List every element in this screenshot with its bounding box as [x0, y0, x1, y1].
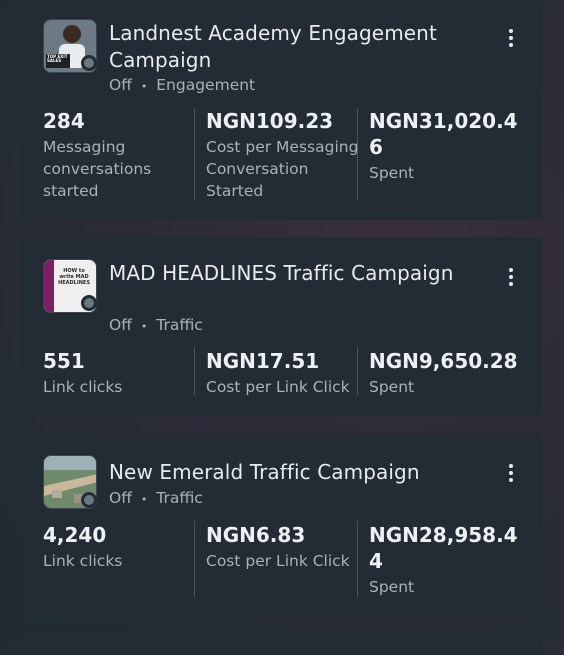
thumbnail-caption: HOW to write MAD HEADLINES: [58, 268, 90, 286]
metric-label: Link clicks: [43, 378, 123, 396]
divider: [357, 347, 358, 395]
campaign-card[interactable]: HOW to write MAD HEADLINES MAD HEADLINES…: [22, 237, 542, 416]
campaign-subtitle: Off • Traffic: [109, 489, 203, 507]
metric-value: 551: [43, 349, 85, 373]
more-options-icon[interactable]: [506, 265, 516, 289]
divider: [194, 521, 195, 597]
status-indicator: [81, 492, 97, 508]
status-indicator: [81, 55, 97, 71]
divider: [357, 108, 358, 200]
book-cover: [44, 260, 54, 312]
metric-value: NGN9,650.28: [369, 349, 518, 373]
metric-spent: NGN28,958.44 Spent: [369, 522, 519, 598]
metric-value: NGN28,958.44: [369, 523, 518, 573]
campaign-objective: Traffic: [156, 489, 203, 507]
campaign-card[interactable]: TOP EXIT SALES Landnest Academy Engageme…: [22, 0, 542, 220]
divider: [194, 347, 195, 395]
campaign-status: Off: [109, 316, 132, 334]
divider: [357, 521, 358, 597]
metric-value: 4,240: [43, 523, 107, 547]
metric-results: 284 Messaging conversations started: [43, 108, 193, 202]
metric-results: 4,240 Link clicks: [43, 522, 193, 572]
campaign-objective: Engagement: [156, 76, 256, 94]
metric-cost: NGN6.83 Cost per Link Click: [206, 522, 361, 572]
more-options-icon[interactable]: [506, 461, 516, 485]
metric-value: NGN6.83: [206, 523, 306, 547]
metric-results: 551 Link clicks: [43, 348, 193, 398]
metric-label: Cost per Link Click: [206, 552, 350, 570]
status-indicator: [81, 295, 97, 311]
metric-label: Cost per Messaging Conversation Started: [206, 138, 359, 200]
separator: •: [140, 80, 148, 93]
campaign-title[interactable]: Landnest Academy Engagement Campaign: [109, 20, 469, 74]
separator: •: [140, 493, 148, 506]
divider: [194, 108, 195, 200]
campaign-status: Off: [109, 76, 132, 94]
campaign-title[interactable]: MAD HEADLINES Traffic Campaign: [109, 260, 469, 287]
thumbnail-caption: TOP EXIT SALES: [47, 54, 68, 63]
metric-cost: NGN109.23 Cost per Messaging Conversatio…: [206, 108, 361, 202]
campaign-subtitle: Off • Traffic: [109, 316, 203, 334]
campaign-card[interactable]: New Emerald Traffic Campaign Off • Traff…: [22, 433, 542, 618]
metric-label: Spent: [369, 578, 415, 596]
metric-label: Cost per Link Click: [206, 378, 350, 396]
metric-value: 284: [43, 109, 85, 133]
metric-label: Link clicks: [43, 552, 123, 570]
metric-label: Messaging conversations started: [43, 138, 152, 200]
more-options-icon[interactable]: [506, 26, 516, 50]
separator: •: [140, 320, 148, 333]
metric-spent: NGN31,020.46 Spent: [369, 108, 519, 184]
campaign-card[interactable]: [22, 635, 542, 655]
campaign-status: Off: [109, 489, 132, 507]
metric-label: Spent: [369, 378, 415, 396]
metric-spent: NGN9,650.28 Spent: [369, 348, 534, 398]
metric-cost: NGN17.51 Cost per Link Click: [206, 348, 361, 398]
metric-value: NGN17.51: [206, 349, 320, 373]
campaign-title[interactable]: New Emerald Traffic Campaign: [109, 459, 469, 486]
campaign-objective: Traffic: [156, 316, 203, 334]
metric-value: NGN31,020.46: [369, 109, 518, 159]
campaign-subtitle: Off • Engagement: [109, 76, 255, 94]
metric-value: NGN109.23: [206, 109, 334, 133]
metric-label: Spent: [369, 164, 415, 182]
